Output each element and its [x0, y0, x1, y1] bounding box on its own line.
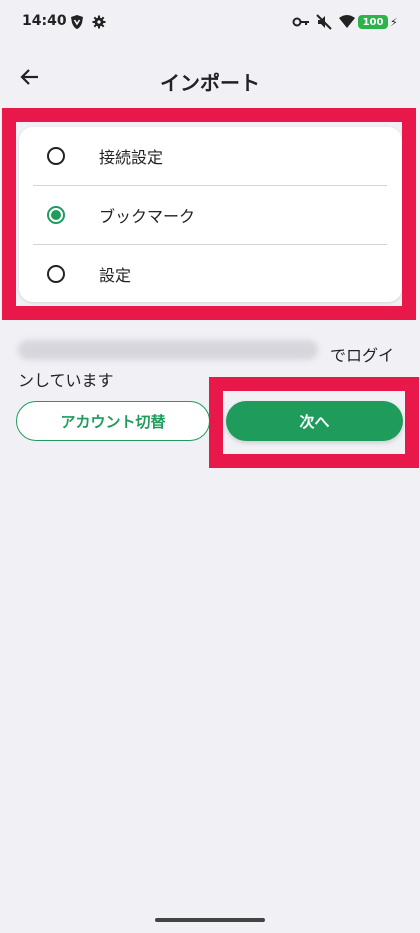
page-title: インポート [160, 71, 260, 95]
highlight-frame-options [2, 108, 416, 320]
header: インポート [0, 52, 420, 106]
next-button[interactable]: 次へ [226, 401, 403, 441]
key-icon [292, 14, 310, 30]
home-indicator[interactable] [155, 918, 265, 922]
battery-icon: 100 ⚡ [358, 14, 398, 30]
charging-icon: ⚡ [390, 15, 398, 29]
switch-account-button[interactable]: アカウント切替 [16, 401, 210, 441]
login-status-text: でログイ [330, 346, 395, 365]
mute-icon [316, 14, 332, 30]
shield-icon [70, 14, 84, 30]
gear-icon [92, 14, 106, 30]
battery-level: 100 [358, 15, 388, 29]
blurred-email [18, 340, 318, 360]
status-time: 14:40 [22, 13, 67, 29]
login-status-text-2: ンしています [18, 371, 114, 390]
status-bar: 14:40 100 ⚡ [0, 0, 420, 44]
wifi-icon [338, 14, 356, 30]
